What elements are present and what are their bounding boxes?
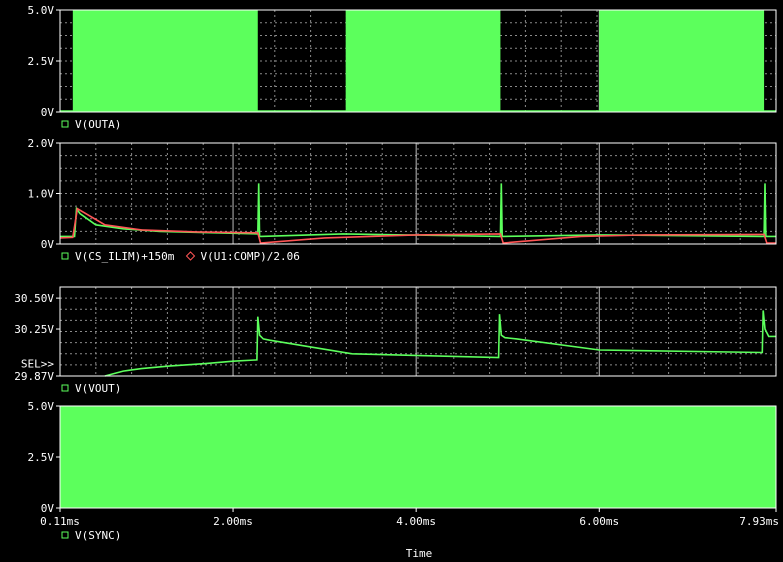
legend-label: V(U1:COMP)/2.06: [201, 250, 300, 263]
panel-1: 0V 2.5V 5.0V V(OUTA): [28, 4, 777, 131]
legend-marker-square: [61, 252, 69, 260]
legend-label: V(CS_ILIM)+150m: [75, 250, 175, 263]
legend-label: V(OUTA): [75, 118, 121, 131]
x-axis-label: Time: [406, 547, 433, 560]
legend-label: V(SYNC): [75, 529, 121, 542]
legend-marker-square: [61, 384, 69, 392]
y-tick-label: 5.0V: [28, 4, 55, 17]
y-tick-label: 0V: [41, 238, 55, 251]
panel-2: 0V 1.0V 2.0V V(CS_ILIM)+150m V(U1:COMP)/2.06: [28, 137, 777, 263]
x-tick-label: 6.00ms: [579, 515, 619, 528]
series-burst-V(SYNC): [60, 406, 776, 508]
series-burst-V(OUTA): [72, 10, 258, 112]
series-burst-V(OUTA): [345, 10, 501, 112]
y-tick-label: 2.5V: [28, 55, 55, 68]
sel-marker-label: SEL>>: [21, 358, 54, 371]
x-tick-label: 7.93ms: [739, 515, 779, 528]
y-tick-label: 1.0V: [28, 188, 55, 201]
y-tick-label: 2.0V: [28, 137, 55, 150]
oscilloscope-chart: 0V 2.5V 5.0V V(OUTA) 0V 1.0V 2.0V V(CS_ILIM)+15…: [14, 4, 779, 560]
legend-marker-square: [61, 531, 69, 539]
y-tick-label: 5.0V: [28, 400, 55, 413]
y-tick-label: 30.50V: [14, 292, 54, 305]
y-tick-label: 30.25V: [14, 323, 54, 336]
x-tick-label: 4.00ms: [396, 515, 436, 528]
y-tick-label: 0V: [41, 502, 55, 515]
x-tick-label: 0.11ms: [40, 515, 80, 528]
x-tick-label: 2.00ms: [213, 515, 253, 528]
legend-marker-square: [61, 120, 69, 128]
series-burst-V(OUTA): [599, 10, 765, 112]
y-tick-label: 0V: [41, 106, 55, 119]
panel-3: 29.87V 30.25V 30.50V SEL>> V(VOUT): [14, 286, 777, 395]
legend-marker-diamond: [185, 251, 196, 261]
legend-label: V(VOUT): [75, 382, 121, 395]
y-tick-label: 2.5V: [28, 451, 55, 464]
y-tick-label: 29.87V: [14, 370, 54, 383]
x-axis: 0.11ms 2.00ms 4.00ms 6.00ms 7.93ms Time: [40, 508, 779, 560]
